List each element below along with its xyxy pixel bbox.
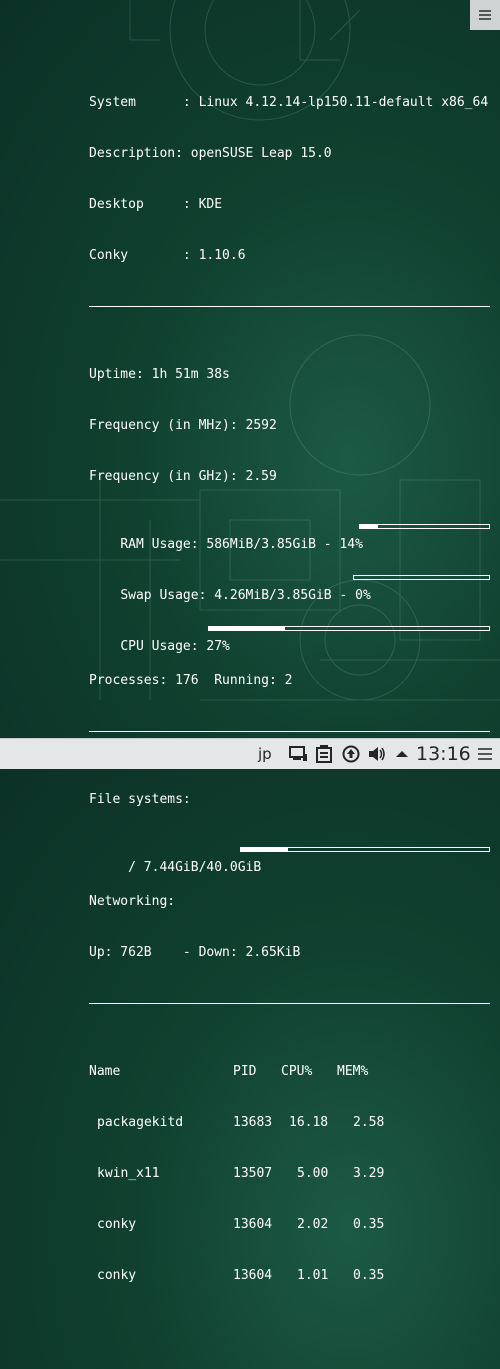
process-table-header: Name PID CPU% MEM% <box>89 1063 491 1080</box>
ram-usage-text: RAM Usage: 586MiB/3.85GiB - 14% <box>120 537 363 552</box>
desktop-line: Desktop : KDE <box>89 197 223 212</box>
separator <box>89 1003 490 1004</box>
networking-heading: Networking: <box>89 894 176 909</box>
taskbar-menu-icon[interactable] <box>478 739 492 769</box>
filesystems-heading: File systems: <box>89 792 191 807</box>
process-pid: 13604 <box>233 1268 273 1283</box>
process-header-mem: MEM% <box>337 1064 369 1079</box>
process-mem: 2.58 <box>353 1115 385 1130</box>
process-row: kwin_x11 13507 5.00 3.29 <box>89 1165 491 1182</box>
volume-icon[interactable] <box>368 739 386 769</box>
process-name: conky <box>97 1217 137 1232</box>
desktop-toolbox-button[interactable] <box>470 0 500 30</box>
taskbar: jp 13:16 <box>0 738 500 769</box>
cpu-usage-row: CPU Usage: 27% <box>89 621 491 654</box>
separator <box>89 731 490 732</box>
separator <box>89 306 490 307</box>
cpu-usage-text: CPU Usage: 27% <box>120 639 230 654</box>
frequency-mhz-line: Frequency (in MHz): 2592 <box>89 418 277 433</box>
process-mem: 3.29 <box>353 1166 385 1181</box>
clipboard-icon[interactable] <box>316 739 332 769</box>
clock[interactable]: 13:16 <box>416 739 471 769</box>
process-cpu: 16.18 <box>289 1115 329 1130</box>
process-pid: 13507 <box>233 1166 273 1181</box>
swap-usage-row: Swap Usage: 4.26MiB/3.85GiB - 0% <box>89 570 491 603</box>
process-mem: 0.35 <box>353 1217 385 1232</box>
network-icon[interactable] <box>288 739 308 769</box>
ram-usage-bar <box>359 524 490 529</box>
process-row: packagekitd 13683 16.18 2.58 <box>89 1114 491 1131</box>
updates-icon[interactable] <box>342 739 360 769</box>
process-mem: 0.35 <box>353 1268 385 1283</box>
process-pid: 13604 <box>233 1217 273 1232</box>
process-cpu: 1.01 <box>297 1268 329 1283</box>
filesystem-root-row: / 7.44GiB/40.0GiB <box>89 842 491 875</box>
frequency-ghz-line: Frequency (in GHz): 2.59 <box>89 469 277 484</box>
swap-usage-bar <box>353 575 490 580</box>
system-line: System : Linux 4.12.14-lp150.11-default … <box>89 95 489 110</box>
ram-usage-row: RAM Usage: 586MiB/3.85GiB - 14% <box>89 519 491 552</box>
process-header-cpu: CPU% <box>281 1064 313 1079</box>
process-name: packagekitd <box>97 1115 184 1130</box>
conky-version-line: Conky : 1.10.6 <box>89 248 246 263</box>
swap-usage-text: Swap Usage: 4.26MiB/3.85GiB - 0% <box>120 588 371 603</box>
process-row: conky 13604 1.01 0.35 <box>89 1267 491 1284</box>
processes-line: Processes: 176 Running: 2 <box>89 673 293 688</box>
process-cpu: 2.02 <box>297 1217 329 1232</box>
keyboard-layout-indicator[interactable]: jp <box>258 739 272 769</box>
network-traffic-line: Up: 762B - Down: 2.65KiB <box>89 945 301 960</box>
filesystem-root-bar <box>240 847 490 852</box>
uptime-line: Uptime: 1h 51m 38s <box>89 367 230 382</box>
conky-panel: System : Linux 4.12.14-lp150.11-default … <box>89 60 491 1301</box>
filesystem-root-text: / 7.44GiB/40.0GiB <box>120 860 262 875</box>
process-name: kwin_x11 <box>97 1166 160 1181</box>
tray-expand-icon[interactable] <box>396 739 408 769</box>
process-row: conky 13604 2.02 0.35 <box>89 1216 491 1233</box>
process-header-name: Name <box>89 1064 121 1079</box>
description-line: Description: openSUSE Leap 15.0 <box>89 146 332 161</box>
process-pid: 13683 <box>233 1115 273 1130</box>
cpu-usage-bar <box>208 626 490 631</box>
process-header-pid: PID <box>233 1064 257 1079</box>
process-name: conky <box>97 1268 137 1283</box>
process-cpu: 5.00 <box>297 1166 329 1181</box>
